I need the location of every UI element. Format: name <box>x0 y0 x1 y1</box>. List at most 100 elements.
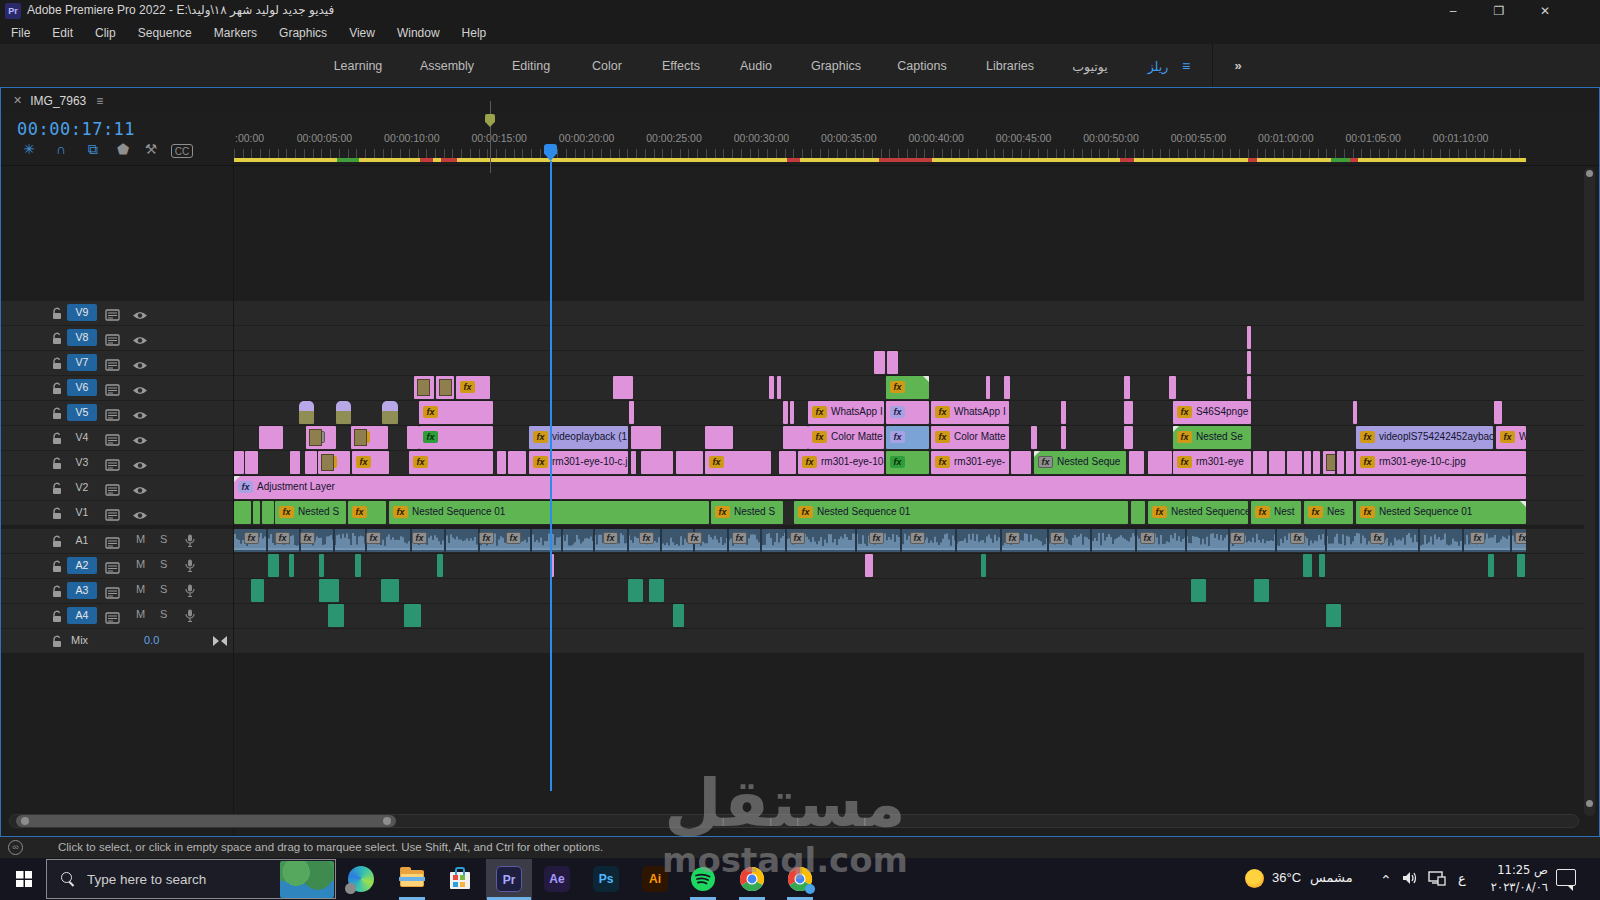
clip[interactable] <box>769 376 774 399</box>
solo-button[interactable]: S <box>160 608 167 620</box>
clip[interactable] <box>1011 451 1031 474</box>
clip[interactable]: rm301-eye-10-c.jfx <box>798 451 884 474</box>
weather-sun-icon[interactable] <box>1245 869 1264 888</box>
ruler-ticks[interactable] <box>234 149 1526 158</box>
track-name-badge[interactable]: A4 <box>67 607 97 624</box>
network-icon[interactable] <box>1428 870 1446 886</box>
clip[interactable] <box>779 451 796 474</box>
clip[interactable]: Nested Sfx <box>711 501 783 524</box>
workspace-tab[interactable]: ريلز <box>1148 59 1169 74</box>
clip[interactable] <box>382 401 398 424</box>
clip[interactable]: fx <box>419 426 493 449</box>
lock-icon[interactable] <box>51 481 63 499</box>
sequence-marker-icon[interactable] <box>485 114 495 127</box>
clip[interactable] <box>1124 401 1133 424</box>
clip[interactable]: rm301-eyefx <box>1173 451 1251 474</box>
clip[interactable] <box>245 451 258 474</box>
clip[interactable]: Nested Sfx <box>275 501 346 524</box>
clip[interactable] <box>1254 579 1269 602</box>
vertical-scrollbar[interactable] <box>1584 168 1595 816</box>
clip[interactable] <box>631 426 661 449</box>
taskbar-app-photoshop[interactable]: Ps <box>593 866 619 892</box>
clip[interactable] <box>649 579 664 602</box>
workspace-tab[interactable]: Effects <box>662 59 700 73</box>
clip[interactable]: Nested Sefx <box>1173 426 1251 449</box>
clip[interactable] <box>1129 451 1144 474</box>
clip[interactable] <box>1326 604 1341 627</box>
clip[interactable] <box>319 579 339 602</box>
sync-lock-icon[interactable] <box>105 432 120 450</box>
clip[interactable] <box>629 401 634 424</box>
clip[interactable] <box>1148 451 1172 474</box>
clip[interactable]: Adjustment Layerfx <box>234 476 1526 499</box>
lock-icon[interactable] <box>51 381 63 399</box>
lock-icon[interactable] <box>51 506 63 524</box>
clip[interactable] <box>262 501 274 524</box>
clip[interactable] <box>1247 351 1251 374</box>
clip[interactable] <box>1494 401 1502 424</box>
solo-button[interactable]: S <box>160 533 167 545</box>
clip[interactable] <box>253 501 260 524</box>
menu-graphics[interactable]: Graphics <box>268 26 338 40</box>
clip[interactable]: fx <box>419 401 493 424</box>
clip[interactable] <box>436 376 454 399</box>
lock-icon[interactable] <box>51 306 63 324</box>
track-name-badge[interactable]: A1 <box>67 532 97 549</box>
clip[interactable] <box>1247 376 1251 399</box>
menu-sequence[interactable]: Sequence <box>127 26 203 40</box>
track-output-eye-icon[interactable] <box>132 357 148 375</box>
clip[interactable]: fx <box>886 451 929 474</box>
clip[interactable]: fx <box>456 376 490 399</box>
clip[interactable] <box>305 451 317 474</box>
clip[interactable] <box>1169 376 1176 399</box>
clip[interactable]: Nested Sequencefx <box>1148 501 1248 524</box>
track-output-eye-icon[interactable] <box>132 332 148 350</box>
lock-icon[interactable] <box>51 534 63 552</box>
clip[interactable] <box>628 579 643 602</box>
clip[interactable] <box>1124 376 1130 399</box>
sync-lock-icon[interactable] <box>105 382 120 400</box>
clip[interactable] <box>404 604 421 627</box>
clip[interactable] <box>1304 451 1311 474</box>
menu-clip[interactable]: Clip <box>84 26 127 40</box>
clip[interactable]: fx <box>351 426 388 449</box>
clip[interactable] <box>1004 376 1010 399</box>
clip[interactable] <box>887 351 898 374</box>
track-output-eye-icon[interactable] <box>132 407 148 425</box>
voiceover-mic-icon[interactable] <box>185 559 195 577</box>
weather-temp[interactable]: 36°C <box>1272 870 1301 885</box>
clip[interactable] <box>1313 451 1320 474</box>
language-indicator[interactable]: ع <box>1458 871 1466 886</box>
lock-icon[interactable] <box>51 406 63 424</box>
sync-lock-icon[interactable] <box>105 507 120 525</box>
audio-waveform-clip[interactable]: fxfxfxfxfxfxfxfxfxfxfxfxfxfxfxfxfxfxfxfx… <box>234 529 1526 552</box>
clip[interactable] <box>1253 451 1267 474</box>
scrollbar-handle-left[interactable] <box>21 817 29 825</box>
taskbar-app-aftereffects[interactable]: Ae <box>544 866 570 892</box>
clip[interactable]: fx <box>886 376 929 399</box>
clip[interactable] <box>268 554 279 577</box>
solo-button[interactable]: S <box>160 558 167 570</box>
clip[interactable] <box>981 554 986 577</box>
clip[interactable] <box>1353 401 1357 424</box>
keyframe-nav-icon[interactable] <box>213 636 227 646</box>
lock-icon[interactable] <box>51 584 63 602</box>
track-name-badge[interactable]: V1 <box>67 504 97 521</box>
clip[interactable] <box>641 451 673 474</box>
horizontal-scrollbar-thumb[interactable] <box>16 815 396 827</box>
clip[interactable] <box>497 451 506 474</box>
clip[interactable] <box>1061 401 1066 424</box>
sync-lock-icon[interactable] <box>105 307 120 325</box>
clip[interactable]: Nestfx <box>1251 501 1301 524</box>
clip[interactable] <box>986 376 990 399</box>
workspace-tab[interactable]: Color <box>592 59 622 73</box>
taskbar-app-store[interactable] <box>447 866 473 892</box>
clip[interactable] <box>1061 426 1066 449</box>
vscroll-handle-top[interactable] <box>1586 170 1593 177</box>
workspace-menu-icon[interactable]: ≡ <box>1182 58 1190 74</box>
clip[interactable]: Nested Sequence 01fx <box>1356 501 1526 524</box>
track-output-eye-icon[interactable] <box>132 482 148 500</box>
clip[interactable] <box>355 554 361 577</box>
tray-chevron-icon[interactable]: ⌃ <box>1380 872 1392 888</box>
clip[interactable]: fx <box>409 451 493 474</box>
